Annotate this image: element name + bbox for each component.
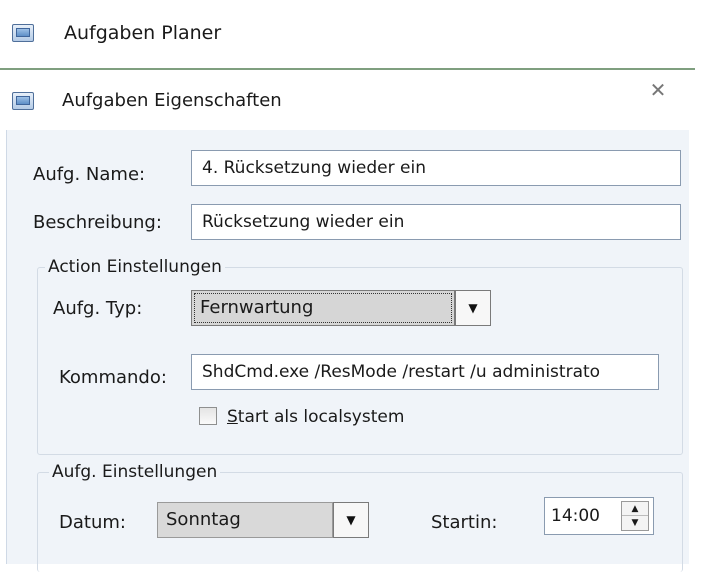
close-icon[interactable]: ✕ (646, 78, 670, 102)
start-localsystem-label[interactable]: Start als localsystem (227, 406, 404, 428)
dialog-titlebar[interactable]: Aufgaben Eigenschaften ✕ (0, 70, 695, 130)
app-window-icon (12, 24, 34, 42)
dialog-title: Aufgaben Eigenschaften (62, 90, 282, 111)
type-dropdown-button[interactable]: ▼ (455, 290, 491, 326)
date-select[interactable]: Sonntag (157, 502, 333, 538)
schedule-settings-title: Aufg. Einstellungen (49, 461, 221, 483)
app-titlebar: Aufgaben Planer (0, 0, 703, 68)
description-input[interactable]: Rücksetzung wieder ein (191, 204, 681, 240)
spin-up-icon[interactable]: ▲ (622, 502, 648, 516)
chevron-down-icon: ▼ (468, 301, 478, 315)
command-label: Kommando: (59, 367, 167, 388)
date-dropdown-button[interactable]: ▼ (333, 502, 369, 538)
start-localsystem-checkbox[interactable] (199, 407, 217, 425)
start-localsystem-text: tart als localsystem (237, 407, 405, 427)
start-localsystem-mnemonic: S (227, 407, 238, 427)
start-time-spinner[interactable]: ▲ ▼ (621, 501, 649, 531)
name-label: Aufg. Name: (33, 164, 146, 185)
date-label: Datum: (59, 512, 126, 533)
start-time-label: Startin: (431, 512, 498, 533)
type-select[interactable]: Fernwartung (191, 290, 455, 326)
app-title: Aufgaben Planer (64, 22, 222, 44)
spin-down-icon[interactable]: ▼ (622, 516, 648, 530)
dialog-window-icon (12, 92, 34, 110)
action-settings-title: Action Einstellungen (45, 256, 225, 278)
chevron-down-icon: ▼ (346, 513, 356, 527)
command-input[interactable]: ShdCmd.exe /ResMode /restart /u administ… (191, 354, 659, 390)
type-label: Aufg. Typ: (53, 298, 143, 319)
dialog-body: Aufg. Name: 4. Rücksetzung wieder ein Be… (6, 130, 689, 572)
description-label: Beschreibung: (33, 212, 162, 233)
name-input[interactable]: 4. Rücksetzung wieder ein (191, 150, 681, 186)
